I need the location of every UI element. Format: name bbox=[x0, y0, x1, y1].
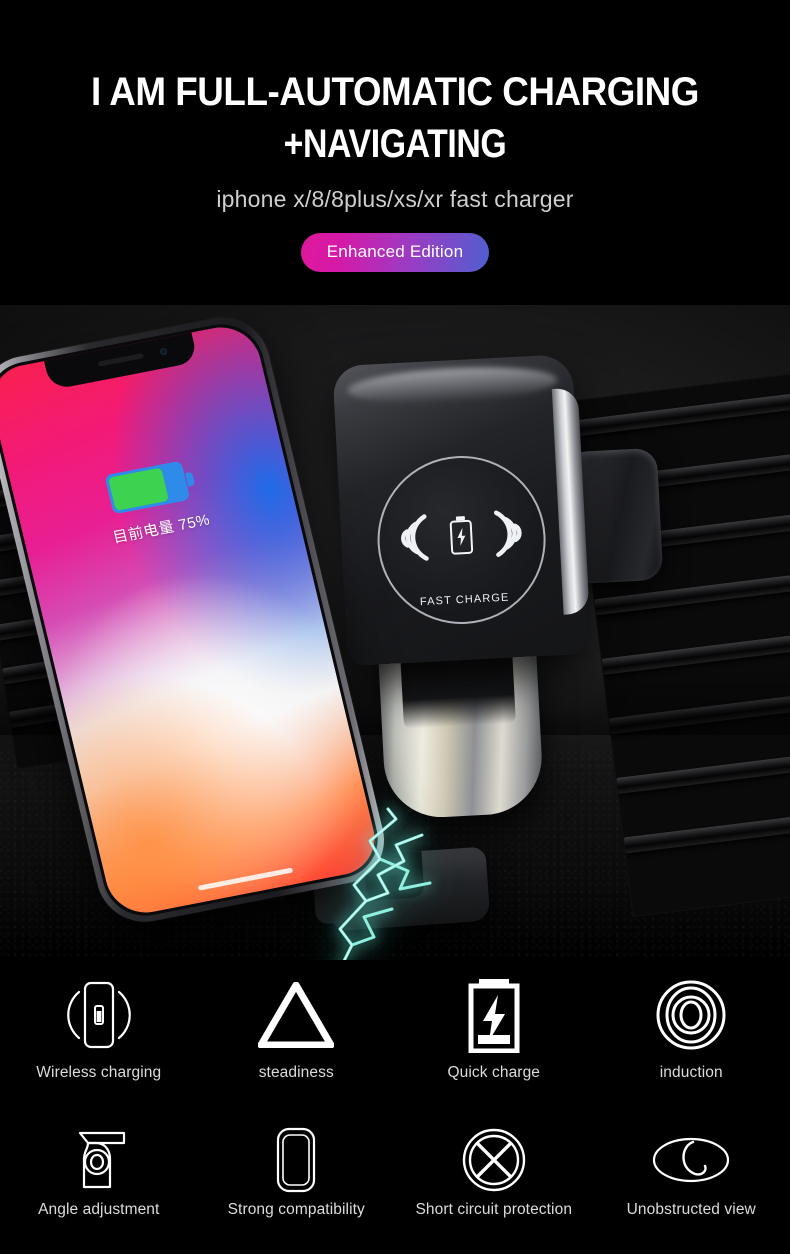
screen-battery-icon bbox=[104, 459, 198, 515]
feature-grid: Wireless charging steadiness Quick charg… bbox=[0, 960, 790, 1254]
pad-battery-icon bbox=[449, 519, 474, 555]
home-indicator bbox=[197, 867, 294, 891]
feature-label: Wireless charging bbox=[36, 1064, 162, 1081]
battery-status-text: 目前电量 75% bbox=[111, 511, 212, 547]
feature-item-strong-compatibility: Strong compatibility bbox=[198, 1107, 396, 1254]
phone-notch bbox=[43, 332, 199, 391]
feature-label: Unobstructed view bbox=[626, 1201, 756, 1218]
feature-label: Angle adjustment bbox=[38, 1201, 160, 1218]
feature-item-steadiness: steadiness bbox=[198, 960, 396, 1107]
circle-x-short-circuit-icon bbox=[461, 1128, 527, 1192]
wireless-wave-right-icon bbox=[493, 510, 522, 557]
feature-label: Quick charge bbox=[447, 1064, 541, 1081]
feature-label: induction bbox=[659, 1064, 723, 1081]
battery-bolt-icon bbox=[464, 976, 524, 1054]
wireless-charging-icon bbox=[57, 976, 141, 1054]
edition-badge[interactable]: Enhanced Edition bbox=[300, 233, 490, 272]
feature-item-wireless-charging: Wireless charging bbox=[0, 960, 198, 1107]
fast-charge-label: FAST CHARGE bbox=[419, 591, 510, 609]
page-subtitle: iphone x/8/8plus/xs/xr fast charger bbox=[216, 186, 574, 212]
ellipse-unobstructed-view-icon bbox=[651, 1129, 731, 1191]
concentric-rings-induction-icon bbox=[655, 976, 727, 1054]
triangle-steadiness-icon bbox=[258, 976, 335, 1054]
feature-item-unobstructed-view: Unobstructed view bbox=[593, 1107, 790, 1254]
bolt-icon bbox=[457, 527, 466, 546]
page-title: I AM FULL-AUTOMATIC CHARGING +NAVIGATING bbox=[32, 0, 759, 170]
header-section: I AM FULL-AUTOMATIC CHARGING +NAVIGATING… bbox=[0, 0, 790, 305]
badge-container: Enhanced Edition bbox=[0, 233, 790, 272]
headline-line-2: +NAVIGATING bbox=[283, 122, 507, 166]
feature-label: Short circuit protection bbox=[415, 1201, 573, 1218]
product-page: I AM FULL-AUTOMATIC CHARGING +NAVIGATING… bbox=[0, 0, 790, 1254]
wireless-wave-left-icon bbox=[401, 514, 429, 561]
feature-item-quick-charge: Quick charge bbox=[395, 960, 593, 1107]
phone-outline-compatibility-icon bbox=[272, 1127, 320, 1193]
feature-item-angle-adjustment: Angle adjustment bbox=[0, 1107, 198, 1254]
feature-item-induction: induction bbox=[593, 960, 790, 1107]
feature-label: steadiness bbox=[258, 1064, 334, 1081]
headline-line-1: I AM FULL-AUTOMATIC CHARGING bbox=[91, 70, 699, 114]
angle-adjustment-icon bbox=[66, 1129, 132, 1191]
electric-arc-effect bbox=[338, 807, 432, 960]
feature-label: Strong compatibility bbox=[227, 1201, 365, 1218]
feature-item-short-circuit-protection: Short circuit protection bbox=[395, 1107, 593, 1254]
product-photo: koda bbox=[0, 305, 790, 960]
